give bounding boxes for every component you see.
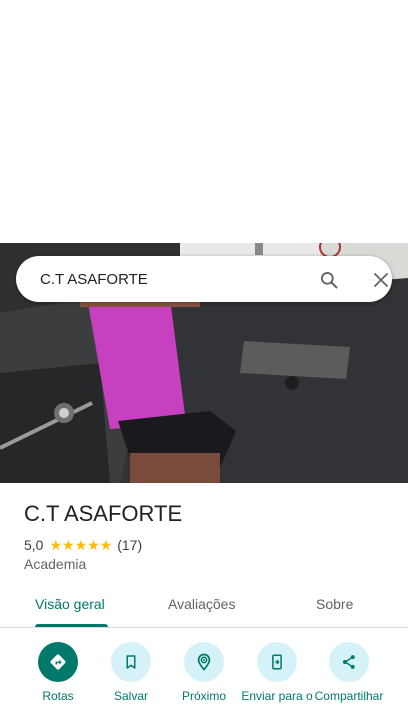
place-category: Academia [24,556,87,572]
send-to-phone-label: Enviar para o [241,689,313,703]
save-label: Salvar [113,689,148,703]
directions-button[interactable]: Rotas [21,642,95,703]
search-input[interactable] [40,269,290,289]
share-label: Compartilhar [314,689,384,703]
close-icon[interactable] [368,267,394,293]
send-to-phone-button[interactable]: Enviar para o [240,642,314,703]
place-title: C.T ASAFORTE [24,501,183,526]
blank-map-area [0,0,408,243]
share-button[interactable]: Compartilhar [312,642,386,703]
rating-row[interactable]: 5,0 ★★★★★ (17) [24,536,142,554]
tab-overview[interactable]: Visão geral [35,596,105,612]
directions-label: Rotas [42,689,74,703]
send-to-phone-icon [257,642,297,682]
nearby-label: Próximo [181,689,226,703]
star-rating: ★★★★★ [49,536,113,553]
share-icon [329,642,369,682]
tab-indicator [35,624,108,627]
tab-bar: Visão geral Avaliações Sobre [0,586,408,628]
rating-value: 5,0 [24,537,44,553]
search-bar[interactable] [16,256,392,302]
directions-icon [38,642,78,682]
bookmark-icon [111,642,151,682]
tab-reviews[interactable]: Avaliações [168,596,235,612]
nearby-icon [184,642,224,682]
review-count: (17) [117,537,143,553]
action-row: Rotas Salvar Próximo Enviar para o Compa… [0,640,408,726]
search-icon[interactable] [316,267,342,293]
nearby-button[interactable]: Próximo [167,642,241,703]
save-button[interactable]: Salvar [94,642,168,703]
tab-about[interactable]: Sobre [316,596,353,612]
